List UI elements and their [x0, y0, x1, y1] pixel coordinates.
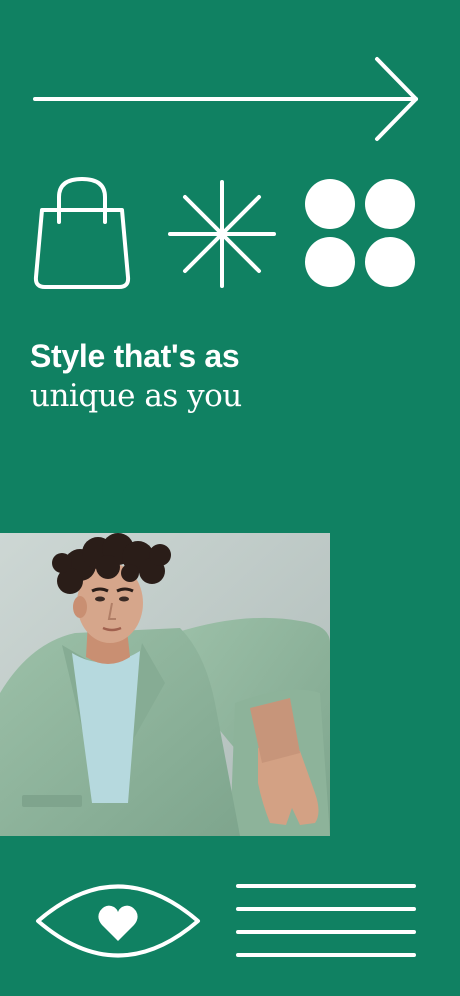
menu-lines-icon[interactable] [0, 0, 460, 996]
